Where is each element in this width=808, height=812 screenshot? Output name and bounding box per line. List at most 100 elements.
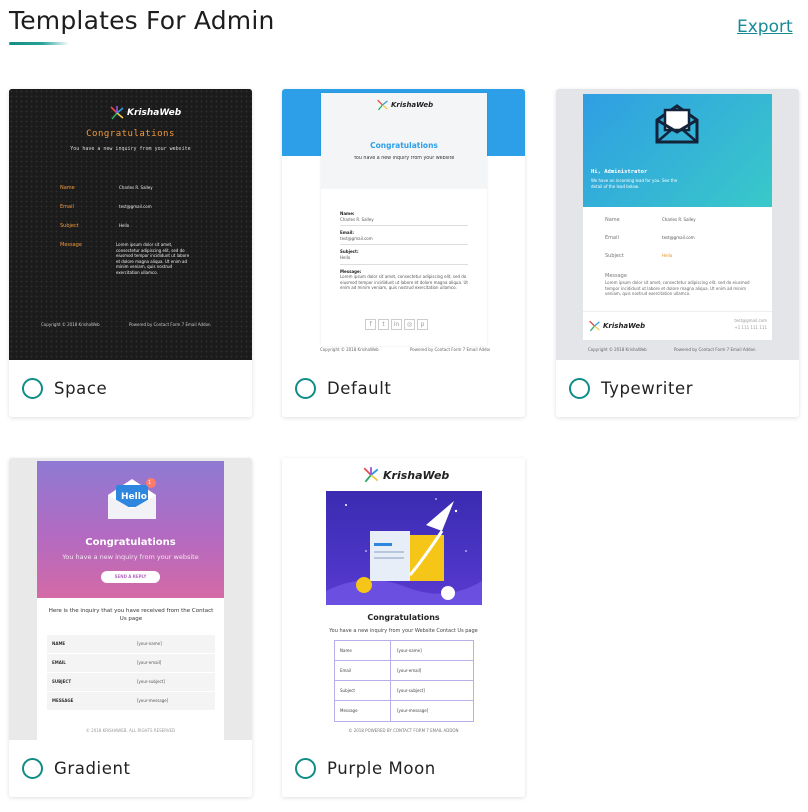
template-preview-gradient: Hello 1 Congratulations You have a new i… bbox=[9, 458, 252, 740]
space-field-row: Name Charles R. Salley bbox=[60, 185, 190, 204]
template-preview-space: KrishaWeb Congratulations You have a new… bbox=[9, 89, 252, 360]
template-card-purple-moon[interactable]: KrishaWeb Congratulations You have a new… bbox=[282, 458, 525, 797]
template-label: Space bbox=[54, 379, 108, 398]
template-preview-purple-moon: KrishaWeb Congratulations You have a new… bbox=[282, 458, 525, 740]
typewriter-field-row: Name Charles R. Salley bbox=[605, 217, 755, 235]
templates-page: Templates For Admin Export KrishaWeb Con… bbox=[0, 0, 808, 812]
template-option-space[interactable]: Space bbox=[9, 360, 252, 417]
default-field-value: Hello bbox=[340, 255, 468, 265]
twitter-icon: t bbox=[378, 319, 389, 330]
default-footer-left: Copyright © 2018 KrishaWeb bbox=[320, 347, 379, 352]
template-preview-typewriter: Hi, Administrator We have an incoming le… bbox=[556, 89, 799, 360]
typewriter-field-label: Name bbox=[605, 217, 620, 223]
space-field-label: Email bbox=[60, 204, 74, 210]
purple-hero-illustration bbox=[326, 491, 482, 605]
gradient-body: Here is the inquiry that you have receiv… bbox=[37, 598, 224, 740]
default-logo: KrishaWeb bbox=[376, 99, 433, 111]
krishaweb-logo-icon bbox=[377, 99, 388, 111]
gradient-row-label: SUBJECT bbox=[52, 679, 72, 685]
typewriter-field-value: Hello bbox=[662, 253, 673, 258]
typewriter-footer-right: Powered by Contact Form 7 Email Addon bbox=[674, 347, 756, 352]
instagram-icon: ◎ bbox=[404, 319, 415, 330]
space-field-row: Message Lorem ipsum dolor sit amet, cons… bbox=[60, 242, 190, 290]
space-field-value: Lorem ipsum dolor sit amet, consectetur … bbox=[115, 242, 190, 275]
typewriter-greeting: Hi, Administrator bbox=[591, 169, 648, 175]
template-card-default[interactable]: KrishaWeb Congratulations You have a new… bbox=[282, 89, 525, 417]
space-field-value: Charles R. Salley bbox=[119, 185, 153, 190]
typewriter-field-value: test@gmail.com bbox=[662, 235, 695, 240]
default-field-value: Lorem ipsum dolor sit amet, consectetur … bbox=[340, 274, 468, 291]
typewriter-field-label: Subject bbox=[605, 253, 624, 259]
typewriter-contact-email: test@gmail.com bbox=[734, 318, 767, 323]
space-heading: Congratulations bbox=[86, 129, 175, 139]
radio-button[interactable] bbox=[569, 378, 590, 399]
purple-logo: KrishaWeb bbox=[362, 467, 449, 483]
default-field-value: Charles R. Salley bbox=[340, 217, 468, 227]
gradient-reply-button: SEND A REPLY bbox=[101, 571, 160, 583]
radio-button[interactable] bbox=[295, 378, 316, 399]
default-field-value: test@gmail.com bbox=[340, 236, 468, 246]
template-card-typewriter[interactable]: Hi, Administrator We have an incoming le… bbox=[556, 89, 799, 417]
purple-row-value: [your-name] bbox=[397, 647, 422, 653]
template-label: Gradient bbox=[54, 759, 131, 778]
typewriter-contact-phone: +1 111 111 111 bbox=[734, 325, 767, 330]
purple-subheading: You have a new inquiry from your Website… bbox=[329, 628, 478, 634]
radio-button[interactable] bbox=[295, 758, 316, 779]
gradient-row-label: MESSAGE bbox=[52, 698, 74, 704]
gradient-table-row: MESSAGE [your-message] bbox=[47, 692, 215, 710]
purple-table-row: Name [your-name] bbox=[335, 640, 473, 661]
template-option-typewriter[interactable]: Typewriter bbox=[556, 360, 799, 417]
radio-button[interactable] bbox=[22, 758, 43, 779]
purple-table-row: Subject [your-subject] bbox=[335, 680, 473, 701]
template-option-default[interactable]: Default bbox=[282, 360, 525, 417]
gradient-subheading: You have a new inquiry from your website bbox=[62, 553, 199, 561]
template-label: Purple Moon bbox=[327, 759, 436, 778]
purple-row-label: Email bbox=[335, 660, 391, 681]
gradient-heading: Congratulations bbox=[85, 537, 176, 548]
purple-row-value: [your-email] bbox=[397, 667, 422, 673]
template-label: Typewriter bbox=[601, 379, 694, 398]
space-brand: KrishaWeb bbox=[127, 108, 182, 118]
gradient-table-row: SUBJECT [your-subject] bbox=[47, 673, 215, 691]
typewriter-footer-left: Copyright © 2018 KrishaWeb bbox=[588, 347, 647, 352]
typewriter-intro: We have an incoming lead for you. See th… bbox=[591, 178, 678, 189]
pinterest-icon: p bbox=[417, 319, 428, 330]
typewriter-field-label: Email bbox=[605, 235, 619, 241]
facebook-icon: f bbox=[365, 319, 376, 330]
purple-row-label: Message bbox=[335, 701, 391, 721]
paper-plane-illustration-icon bbox=[326, 498, 482, 605]
template-option-purple-moon[interactable]: Purple Moon bbox=[282, 740, 525, 797]
krishaweb-logo-icon bbox=[589, 320, 600, 332]
template-card-gradient[interactable]: Hello 1 Congratulations You have a new i… bbox=[9, 458, 252, 797]
typewriter-message-label: Message bbox=[605, 273, 627, 279]
purple-row-label: Name bbox=[335, 640, 391, 661]
gradient-table-row: EMAIL [your-email] bbox=[47, 654, 215, 672]
purple-footer: © 2018 POWERED BY CONTACT FORM 7 EMAIL A… bbox=[348, 728, 459, 733]
purple-table: Name [your-name] Email [your-email] Subj… bbox=[334, 640, 474, 722]
template-option-gradient[interactable]: Gradient bbox=[9, 740, 252, 797]
template-card-space[interactable]: KrishaWeb Congratulations You have a new… bbox=[9, 89, 252, 417]
template-preview-default: KrishaWeb Congratulations You have a new… bbox=[282, 89, 525, 360]
purple-row-value: [your-subject] bbox=[397, 687, 425, 693]
default-heading: Congratulations bbox=[370, 141, 438, 150]
template-label: Default bbox=[327, 379, 392, 398]
default-brand: KrishaWeb bbox=[391, 101, 434, 109]
space-footer-left: Copyright © 2018 KrishaWeb bbox=[41, 322, 100, 327]
space-logo: KrishaWeb bbox=[109, 106, 181, 120]
radio-button[interactable] bbox=[22, 378, 43, 399]
default-social-icons: f t in ◎ p bbox=[365, 319, 428, 330]
typewriter-field-value: Charles R. Salley bbox=[662, 217, 696, 222]
page-title: Templates For Admin bbox=[9, 6, 275, 35]
gradient-intro: Here is the inquiry that you have receiv… bbox=[48, 608, 214, 623]
default-email-body: KrishaWeb Congratulations You have a new… bbox=[321, 93, 487, 346]
gradient-table-row: NAME [your-name] bbox=[47, 635, 215, 653]
purple-brand: KrishaWeb bbox=[383, 468, 450, 482]
default-fields: Name: Charles R. Salley Email: test@gmai… bbox=[340, 211, 468, 296]
export-link[interactable]: Export bbox=[737, 17, 793, 37]
gradient-envelope-word: Hello bbox=[121, 492, 147, 502]
space-field-label: Name bbox=[60, 185, 75, 191]
space-field-value: test@gmail.com bbox=[119, 204, 152, 209]
gradient-row-label: EMAIL bbox=[52, 660, 66, 666]
krishaweb-logo-icon bbox=[363, 467, 379, 483]
title-underline bbox=[9, 42, 69, 45]
